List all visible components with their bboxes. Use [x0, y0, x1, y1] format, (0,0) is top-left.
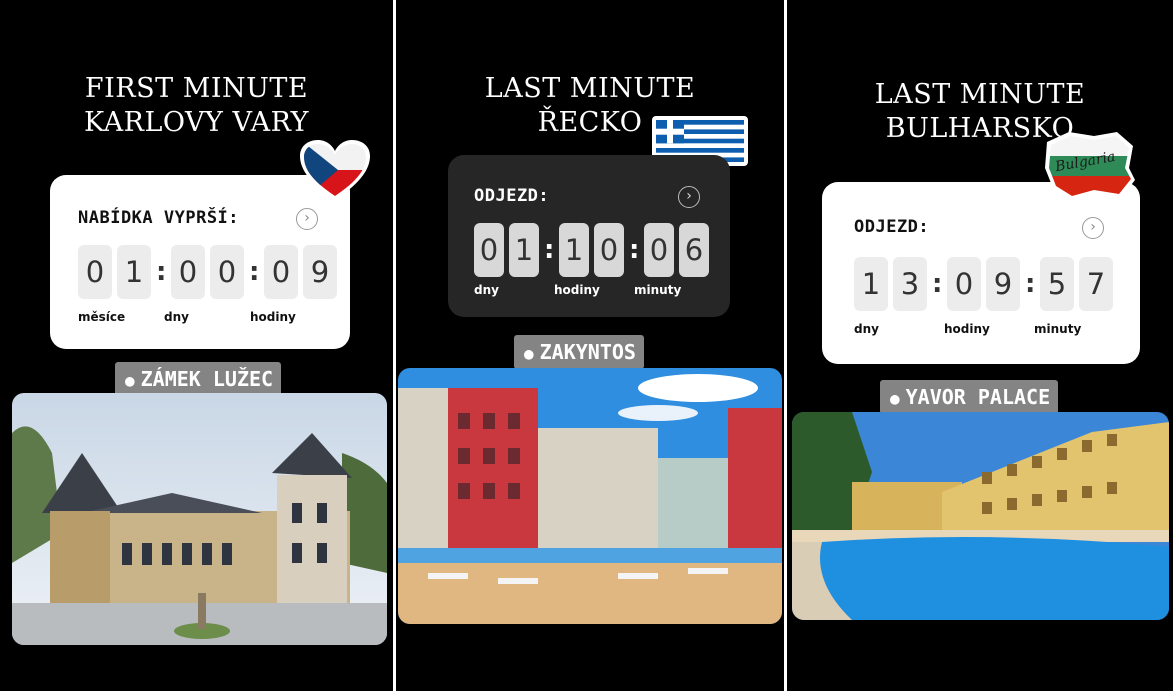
digit: 0	[594, 223, 624, 277]
location-name: ZAKYNTOS	[539, 340, 636, 364]
location-sticker[interactable]: ● ZÁMEK LUŽEC	[115, 362, 282, 396]
countdown-digits: 0 1 : 0 0 : 0 9	[78, 245, 342, 299]
colon-separator: :	[1025, 269, 1036, 299]
countdown-card[interactable]: ODJEZD: › 1 3 : 0 9 : 5 7 dny hodiny min…	[822, 182, 1140, 364]
digit: 1	[854, 257, 888, 311]
location-sticker[interactable]: ● ZAKYNTOS	[514, 335, 644, 369]
title-line-1: LAST MINUTE	[484, 73, 696, 104]
unit-label: dny	[164, 310, 189, 324]
digit: 0	[171, 245, 205, 299]
digit: 1	[509, 223, 539, 277]
colon-separator: :	[249, 257, 260, 287]
location-name: YAVOR PALACE	[905, 385, 1051, 409]
digit: 0	[474, 223, 504, 277]
colon-separator: :	[629, 235, 640, 265]
resort-photo	[398, 368, 782, 624]
title-line-1: FIRST MINUTE	[84, 73, 309, 104]
chevron-right-icon[interactable]: ›	[1082, 217, 1104, 239]
chevron-right-icon[interactable]: ›	[678, 186, 700, 208]
unit-label: minuty	[634, 283, 682, 297]
location-name: ZÁMEK LUŽEC	[140, 367, 274, 391]
unit-label: hodiny	[250, 310, 296, 324]
countdown-digits: 1 3 : 0 9 : 5 7	[854, 257, 1118, 311]
story-panel-karlovy-vary[interactable]: FIRST MINUTE KARLOVY VARY NABÍDKA VYPRŠÍ…	[0, 0, 393, 691]
bulgaria-map-icon[interactable]: Bulgaria	[1039, 128, 1137, 204]
colon-separator: :	[544, 235, 555, 265]
digit: 7	[1079, 257, 1113, 311]
story-collage: FIRST MINUTE KARLOVY VARY NABÍDKA VYPRŠÍ…	[0, 0, 1173, 691]
countdown-label: NABÍDKA VYPRŠÍ:	[78, 208, 240, 228]
location-sticker[interactable]: ● YAVOR PALACE	[880, 380, 1059, 414]
digit: 0	[78, 245, 112, 299]
story-panel-bulharsko[interactable]: LAST MINUTE BULHARSKO ODJEZD: › 1 3 : 0 …	[787, 0, 1173, 691]
digit: 9	[303, 245, 337, 299]
digit: 0	[644, 223, 674, 277]
unit-label: dny	[854, 322, 879, 336]
digit: 1	[117, 245, 151, 299]
unit-label: dny	[474, 283, 499, 297]
digit: 5	[1040, 257, 1074, 311]
title-line-1: LAST MINUTE	[874, 79, 1086, 110]
unit-label: hodiny	[944, 322, 990, 336]
story-title: FIRST MINUTE KARLOVY VARY	[0, 72, 393, 140]
location-pin-icon: ●	[890, 389, 900, 408]
digit: 6	[679, 223, 709, 277]
castle-photo	[12, 393, 387, 645]
unit-label: hodiny	[554, 283, 600, 297]
unit-label: minuty	[1034, 322, 1082, 336]
colon-separator: :	[156, 257, 167, 287]
hotel-pool-photo	[792, 412, 1169, 620]
digit: 0	[210, 245, 244, 299]
czech-heart-icon[interactable]	[298, 138, 372, 204]
digit: 9	[986, 257, 1020, 311]
digit: 0	[264, 245, 298, 299]
title-line-2: KARLOVY VARY	[84, 107, 309, 138]
location-pin-icon: ●	[524, 344, 534, 363]
digit: 3	[893, 257, 927, 311]
unit-label: měsíce	[78, 310, 126, 324]
countdown-digits: 0 1 : 1 0 : 0 6	[474, 223, 714, 277]
digit: 0	[947, 257, 981, 311]
digit: 1	[559, 223, 589, 277]
countdown-card[interactable]: ODJEZD: › 0 1 : 1 0 : 0 6 dny hodiny min…	[448, 155, 730, 317]
colon-separator: :	[932, 269, 943, 299]
chevron-right-icon[interactable]: ›	[296, 208, 318, 230]
story-panel-recko[interactable]: LAST MINUTE ŘECKO ODJEZD: › 0 1 : 1 0: …	[396, 0, 784, 691]
countdown-label: ODJEZD:	[854, 217, 930, 237]
countdown-label: ODJEZD:	[474, 186, 550, 206]
